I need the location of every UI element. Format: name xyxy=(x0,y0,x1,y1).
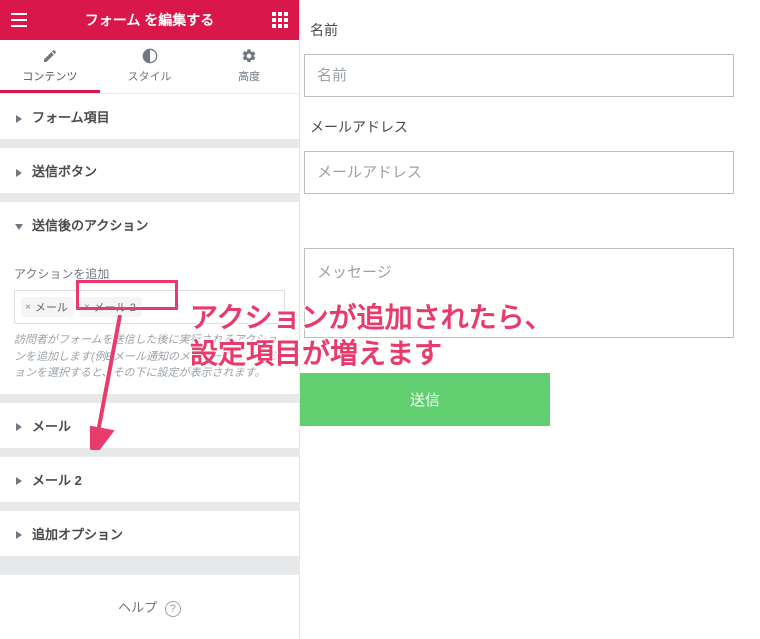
add-action-label: アクションを追加 xyxy=(14,265,285,282)
section-mail2-title: メール 2 xyxy=(32,470,82,489)
help-icon: ? xyxy=(165,601,181,617)
action-tag[interactable]: × メール 2 xyxy=(80,297,142,317)
footer-help-label: ヘルプ xyxy=(118,600,157,615)
section-after-submit-title: 送信後のアクション xyxy=(32,215,148,234)
tab-content[interactable]: コンテンツ xyxy=(0,40,100,93)
action-tag[interactable]: × メール xyxy=(21,297,74,317)
tab-advanced-label: 高度 xyxy=(238,71,260,83)
section-mail2[interactable]: メール 2 xyxy=(0,456,299,502)
section-after-submit: 送信後のアクション アクションを追加 × メール × メール 2 xyxy=(0,201,299,394)
action-tag-input[interactable]: × メール × メール 2 xyxy=(14,290,285,324)
caret-right-icon xyxy=(14,420,24,430)
section-form-fields[interactable]: フォーム項目 xyxy=(0,93,299,139)
tag-remove-icon[interactable]: × xyxy=(25,302,31,313)
apps-grid-icon[interactable] xyxy=(271,11,289,29)
section-additional-title: 追加オプション xyxy=(32,524,123,543)
caret-down-icon xyxy=(14,220,24,230)
action-tag-label: メール 2 xyxy=(94,299,136,315)
sections-list: フォーム項目 送信ボタン 送信後のアクション アクションを追加 xyxy=(0,93,299,574)
panel-header: フォーム を編集する xyxy=(0,0,299,40)
caret-right-icon xyxy=(14,166,24,176)
caret-right-icon xyxy=(14,112,24,122)
caret-right-icon xyxy=(14,474,24,484)
panel-title: フォーム を編集する xyxy=(85,10,214,30)
section-additional[interactable]: 追加オプション xyxy=(0,510,299,556)
contrast-icon xyxy=(142,48,158,64)
caret-right-icon xyxy=(14,528,24,538)
email-input[interactable] xyxy=(304,151,734,194)
add-action-help: 訪問者がフォームを送信した後に実行されるアクションを追加します(例Eメール通知の… xyxy=(14,332,285,382)
name-input[interactable] xyxy=(304,54,734,97)
field-label-email: メールアドレス xyxy=(310,117,756,137)
tab-style-label: スタイル xyxy=(128,71,172,83)
tab-content-label: コンテンツ xyxy=(22,71,77,83)
section-form-fields-title: フォーム項目 xyxy=(32,107,110,126)
action-tag-label: メール xyxy=(35,299,68,315)
message-textarea[interactable] xyxy=(304,248,734,338)
section-submit-button-title: 送信ボタン xyxy=(32,161,97,180)
tag-remove-icon[interactable]: × xyxy=(84,302,90,313)
tab-advanced[interactable]: 高度 xyxy=(199,40,299,93)
tab-style[interactable]: スタイル xyxy=(100,40,200,93)
panel-tabs: コンテンツ スタイル 高度 xyxy=(0,40,299,93)
gear-icon xyxy=(241,48,257,64)
section-after-submit-header[interactable]: 送信後のアクション xyxy=(0,202,299,247)
hamburger-icon[interactable] xyxy=(10,11,28,29)
section-mail1[interactable]: メール xyxy=(0,402,299,448)
pencil-icon xyxy=(42,48,58,64)
section-mail1-title: メール xyxy=(32,416,71,435)
panel-footer-help[interactable]: ヘルプ ? xyxy=(0,574,299,639)
field-label-name: 名前 xyxy=(310,20,756,40)
section-submit-button[interactable]: 送信ボタン xyxy=(0,147,299,193)
submit-button[interactable]: 送信 xyxy=(300,373,550,426)
form-preview-canvas: 名前 メールアドレス メッセージ 送信 xyxy=(300,0,760,639)
